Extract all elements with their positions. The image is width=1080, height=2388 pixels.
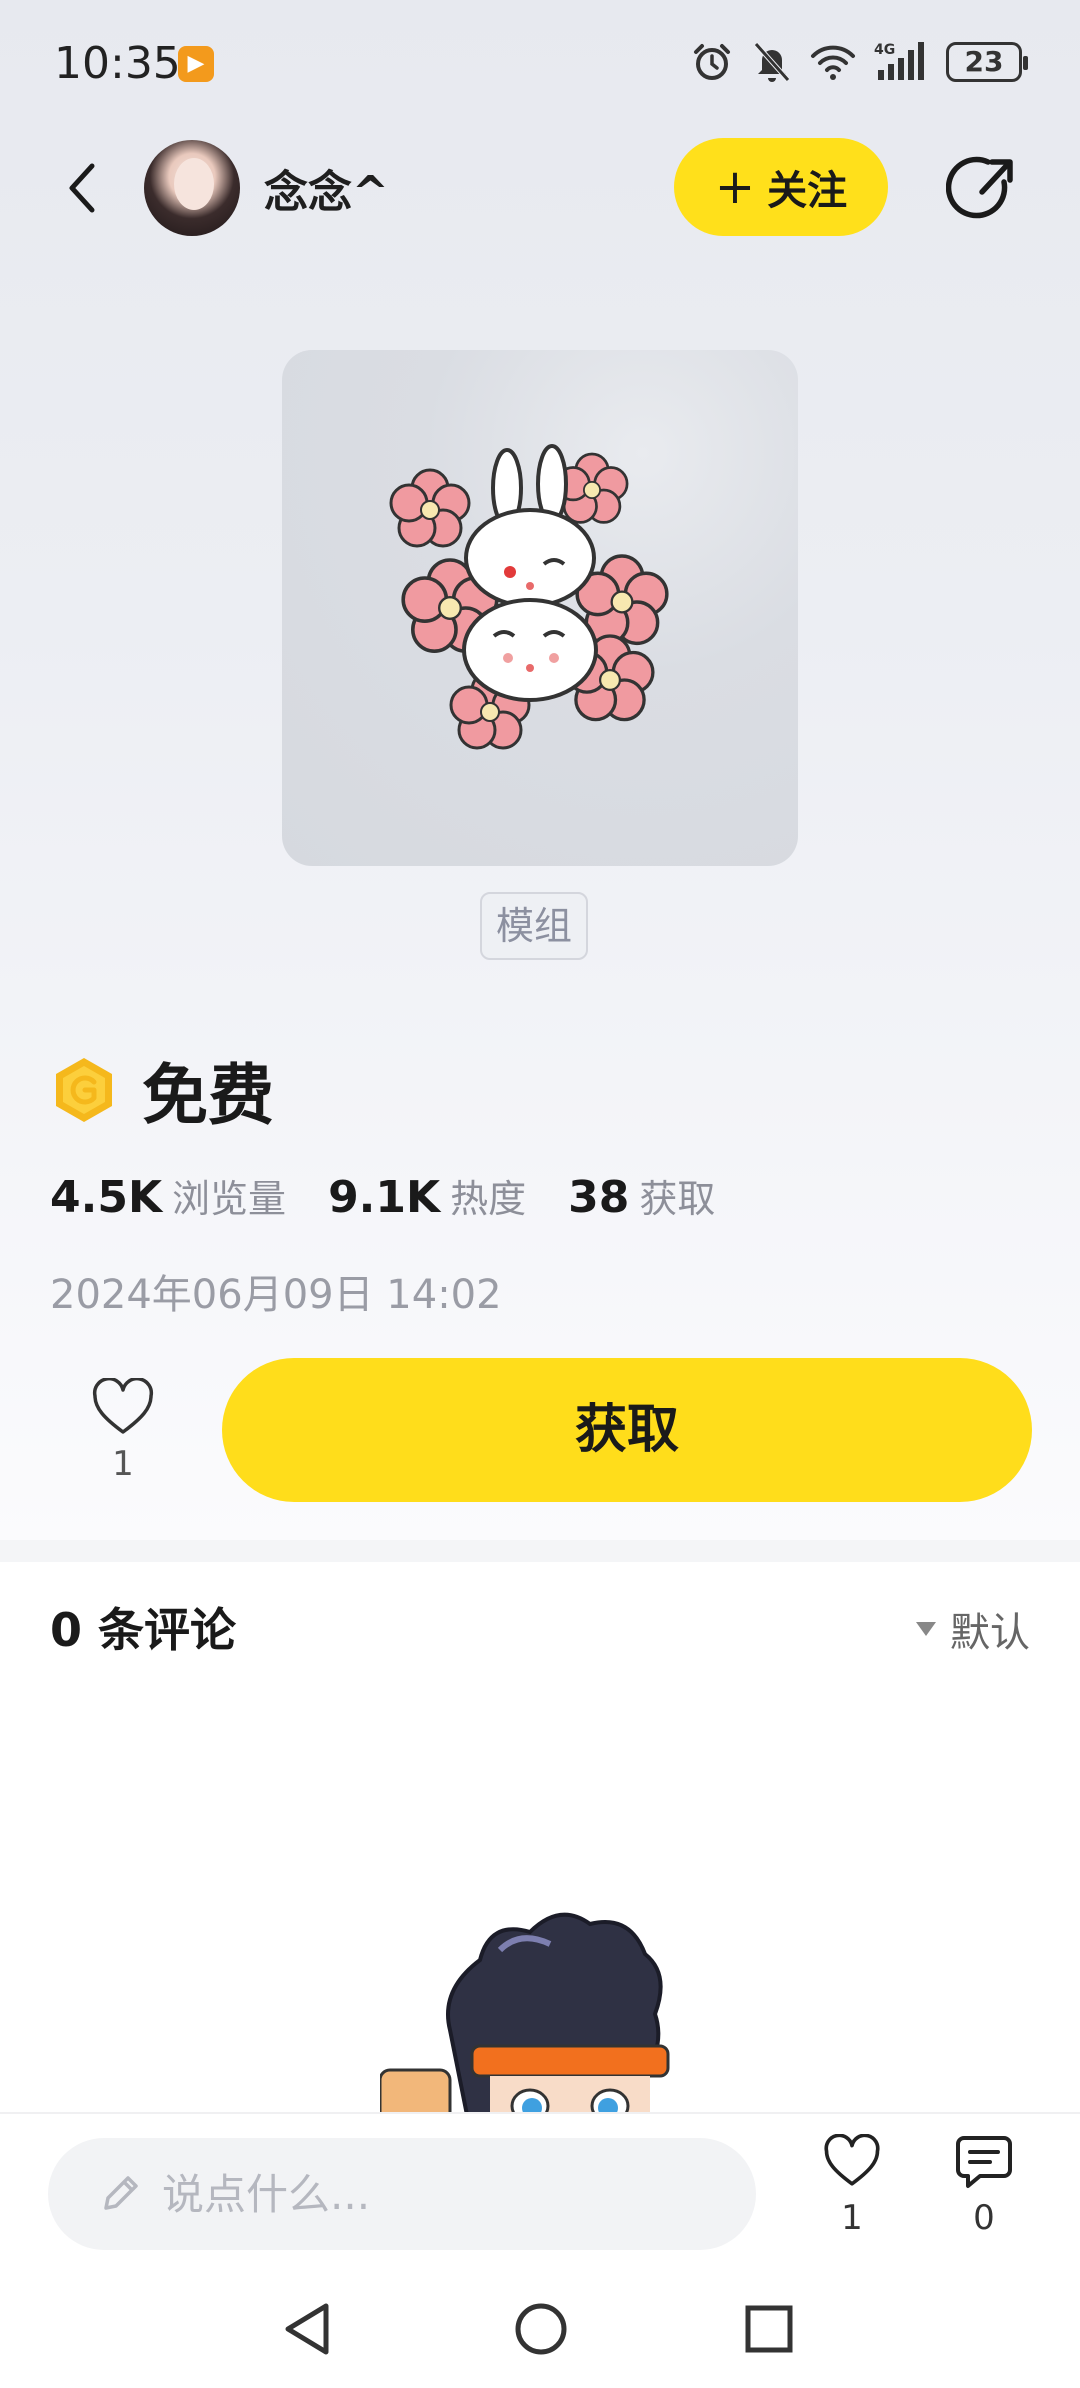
downloads-count: 38 <box>568 1172 630 1223</box>
follow-label: 关注 <box>767 168 848 214</box>
share-icon[interactable] <box>946 152 1022 228</box>
price-row: 免费 <box>50 1042 274 1138</box>
empty-comments-illustration <box>380 1910 740 2120</box>
signal-4g-icon: 4G <box>874 42 924 80</box>
status-time: 10:35 <box>54 38 181 89</box>
bottom-like-count: 1 <box>841 2198 863 2238</box>
mascot-character-illustration <box>380 1912 670 2120</box>
comment-input-box[interactable] <box>48 2138 756 2250</box>
status-icons: 4G 23 <box>690 40 1028 84</box>
heat-count: 9.1K <box>328 1172 441 1223</box>
wifi-icon <box>811 45 855 80</box>
heart-icon <box>824 2133 880 2186</box>
item-cover-image[interactable] <box>282 350 798 866</box>
header: 念念^ + 关注 <box>0 132 1080 242</box>
alarm-icon <box>694 44 730 80</box>
heart-icon <box>92 1377 154 1434</box>
video-app-icon: ▶ <box>178 46 214 82</box>
item-tag[interactable]: 模组 <box>480 892 588 960</box>
like-button[interactable]: 1 <box>90 1377 156 1484</box>
comment-input[interactable] <box>162 2169 722 2219</box>
heat-label: 热度 <box>450 1177 527 1221</box>
get-button[interactable]: 获取 <box>222 1358 1032 1502</box>
price-label: 免费 <box>142 1057 274 1134</box>
battery-indicator: 23 <box>946 42 1028 82</box>
nav-back-icon[interactable] <box>274 2294 344 2364</box>
nav-home-icon[interactable] <box>506 2294 576 2364</box>
like-count: 1 <box>112 1444 134 1484</box>
author-avatar[interactable] <box>144 140 240 236</box>
nav-recents-icon[interactable] <box>734 2294 804 2364</box>
plus-icon: + <box>714 159 756 215</box>
publish-date: 2024年06月09日 14:02 <box>50 1272 502 1318</box>
system-nav-bar <box>0 2268 1080 2388</box>
sort-dropdown[interactable]: 默认 <box>916 1600 1030 1658</box>
views-label: 浏览量 <box>172 1177 287 1221</box>
views-count: 4.5K <box>50 1172 163 1223</box>
bottom-like-button[interactable]: 1 <box>812 2133 892 2238</box>
stats-row: 4.5K 浏览量 9.1K 热度 38 获取 <box>50 1168 757 1223</box>
bunny-flower-artwork <box>389 444 669 750</box>
caret-down-icon <box>916 1622 936 1636</box>
follow-button[interactable]: + 关注 <box>674 138 888 236</box>
status-bar: 10:35 ▶ 4G 23 <box>0 0 1080 120</box>
bottom-comment-count: 0 <box>973 2198 995 2238</box>
avatar-face <box>174 158 214 210</box>
svg-text:4G: 4G <box>874 42 895 58</box>
author-name[interactable]: 念念^ <box>264 156 389 220</box>
coin-icon <box>56 1058 112 1122</box>
mute-bell-icon <box>754 42 790 82</box>
comments-count-header: 0 条评论 <box>50 1603 237 1657</box>
sort-label: 默认 <box>950 1610 1030 1656</box>
comment-icon <box>956 2136 1012 2188</box>
back-icon[interactable] <box>56 156 112 220</box>
bottom-comment-bar: 1 0 <box>0 2112 1080 2268</box>
downloads-label: 获取 <box>639 1177 716 1221</box>
pencil-icon <box>104 2176 138 2210</box>
section-divider <box>0 1540 1080 1562</box>
bottom-comment-button[interactable]: 0 <box>944 2134 1024 2238</box>
